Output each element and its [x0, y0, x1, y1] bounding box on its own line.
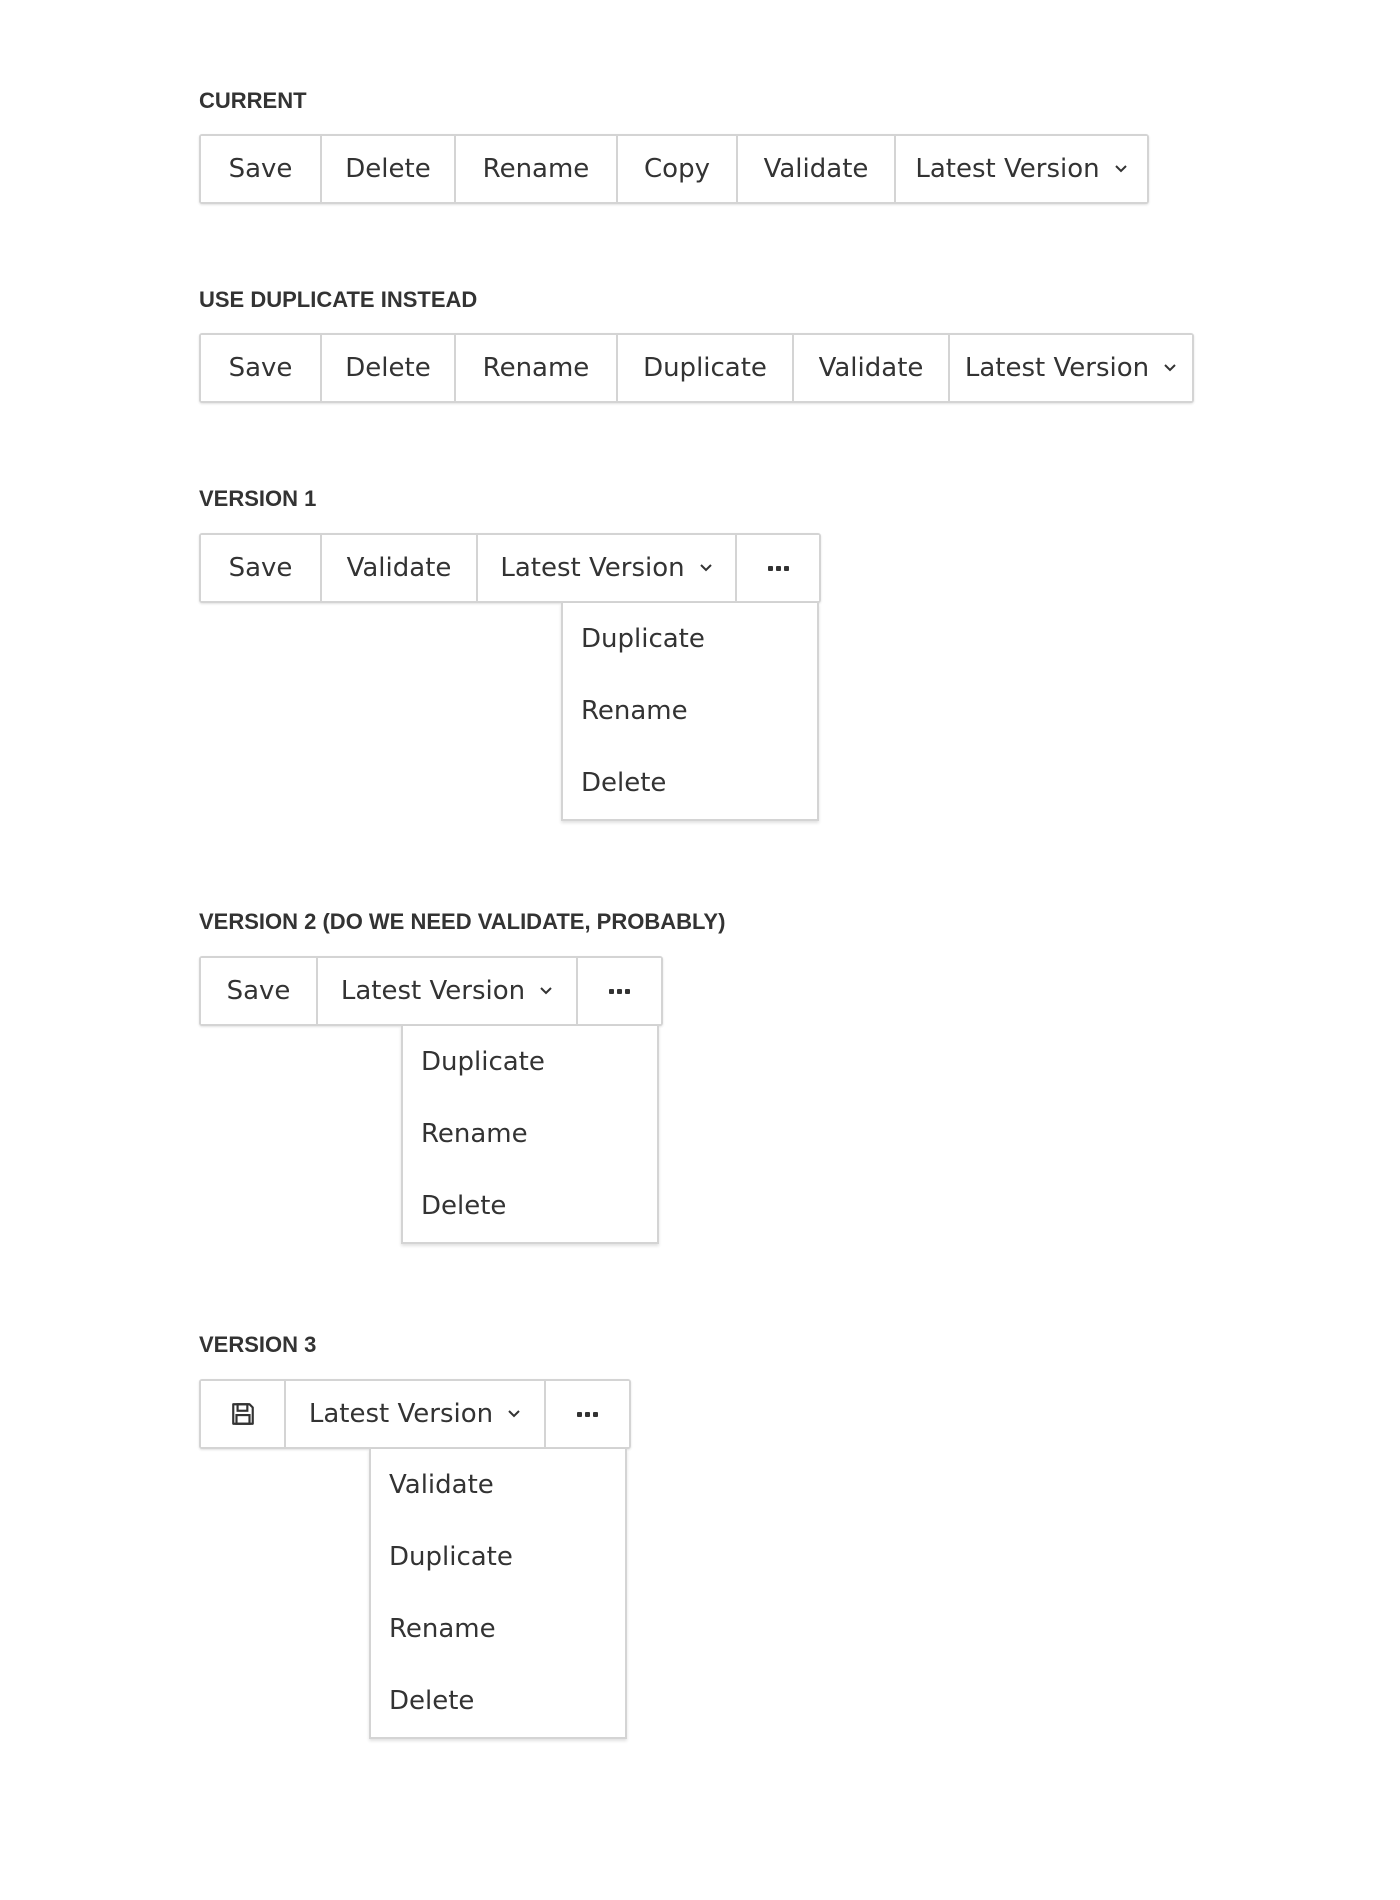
save-button[interactable]: Save	[201, 958, 318, 1024]
menu-item-rename[interactable]: Rename	[403, 1098, 657, 1170]
menu-item-duplicate[interactable]: Duplicate	[563, 603, 817, 675]
more-button[interactable]	[546, 1381, 629, 1447]
section-title-version-1: VERSION 1	[199, 486, 317, 511]
more-horizontal-icon	[577, 1411, 598, 1417]
duplicate-button[interactable]: Duplicate	[618, 335, 794, 401]
more-horizontal-icon	[767, 565, 789, 571]
latest-version-dropdown[interactable]: Latest Version	[478, 535, 737, 601]
save-icon-button[interactable]	[201, 1381, 286, 1447]
copy-button[interactable]: Copy	[618, 136, 738, 202]
chevron-down-icon	[540, 987, 552, 995]
more-menu-version-1: Duplicate Rename Delete	[561, 603, 819, 821]
validate-button[interactable]: Validate	[794, 335, 950, 401]
toolbar-version-1: Save Validate Latest Version	[199, 533, 821, 603]
chevron-down-icon	[1114, 165, 1127, 173]
toolbar-current: Save Delete Rename Copy Validate Latest …	[199, 134, 1149, 204]
latest-version-label: Latest Version	[964, 353, 1150, 383]
toolbar-version-2: Save Latest Version	[199, 956, 663, 1026]
save-button[interactable]: Save	[201, 535, 322, 601]
menu-item-duplicate[interactable]: Duplicate	[371, 1521, 625, 1593]
more-menu-version-2: Duplicate Rename Delete	[401, 1026, 659, 1244]
more-button[interactable]	[737, 535, 819, 601]
latest-version-dropdown[interactable]: Latest Version	[950, 335, 1192, 401]
chevron-down-icon	[1164, 364, 1176, 372]
menu-item-delete[interactable]: Delete	[563, 747, 817, 819]
section-title-version-3: VERSION 3	[199, 1332, 317, 1357]
delete-button[interactable]: Delete	[322, 136, 456, 202]
more-menu-version-3: Validate Duplicate Rename Delete	[369, 1449, 627, 1739]
menu-item-duplicate[interactable]: Duplicate	[403, 1026, 657, 1098]
save-button[interactable]: Save	[201, 335, 322, 401]
latest-version-dropdown[interactable]: Latest Version	[318, 958, 578, 1024]
rename-button[interactable]: Rename	[456, 136, 618, 202]
validate-button[interactable]: Validate	[322, 535, 478, 601]
more-button[interactable]	[578, 958, 661, 1024]
more-horizontal-icon	[609, 988, 630, 994]
chevron-down-icon	[508, 1410, 520, 1418]
menu-item-delete[interactable]: Delete	[371, 1665, 625, 1737]
latest-version-dropdown[interactable]: Latest Version	[286, 1381, 546, 1447]
chevron-down-icon	[699, 564, 712, 572]
rename-button[interactable]: Rename	[456, 335, 618, 401]
section-title-current: CURRENT	[199, 88, 307, 113]
menu-item-rename[interactable]: Rename	[563, 675, 817, 747]
latest-version-label: Latest Version	[308, 1399, 494, 1429]
menu-item-delete[interactable]: Delete	[403, 1170, 657, 1242]
section-title-version-2: VERSION 2 (DO WE NEED VALIDATE, PROBABLY…	[199, 909, 726, 934]
latest-version-dropdown[interactable]: Latest Version	[896, 136, 1147, 202]
menu-item-rename[interactable]: Rename	[371, 1593, 625, 1665]
floppy-disk-icon	[231, 1403, 254, 1425]
latest-version-label: Latest Version	[500, 553, 685, 583]
toolbar-version-3: Latest Version	[199, 1379, 631, 1449]
menu-item-validate[interactable]: Validate	[371, 1449, 625, 1521]
save-button[interactable]: Save	[201, 136, 322, 202]
delete-button[interactable]: Delete	[322, 335, 456, 401]
section-title-use-duplicate: USE DUPLICATE INSTEAD	[199, 287, 478, 312]
latest-version-label: Latest Version	[915, 154, 1100, 184]
validate-button[interactable]: Validate	[738, 136, 896, 202]
latest-version-label: Latest Version	[340, 976, 526, 1006]
toolbar-use-duplicate: Save Delete Rename Duplicate Validate La…	[199, 333, 1194, 403]
